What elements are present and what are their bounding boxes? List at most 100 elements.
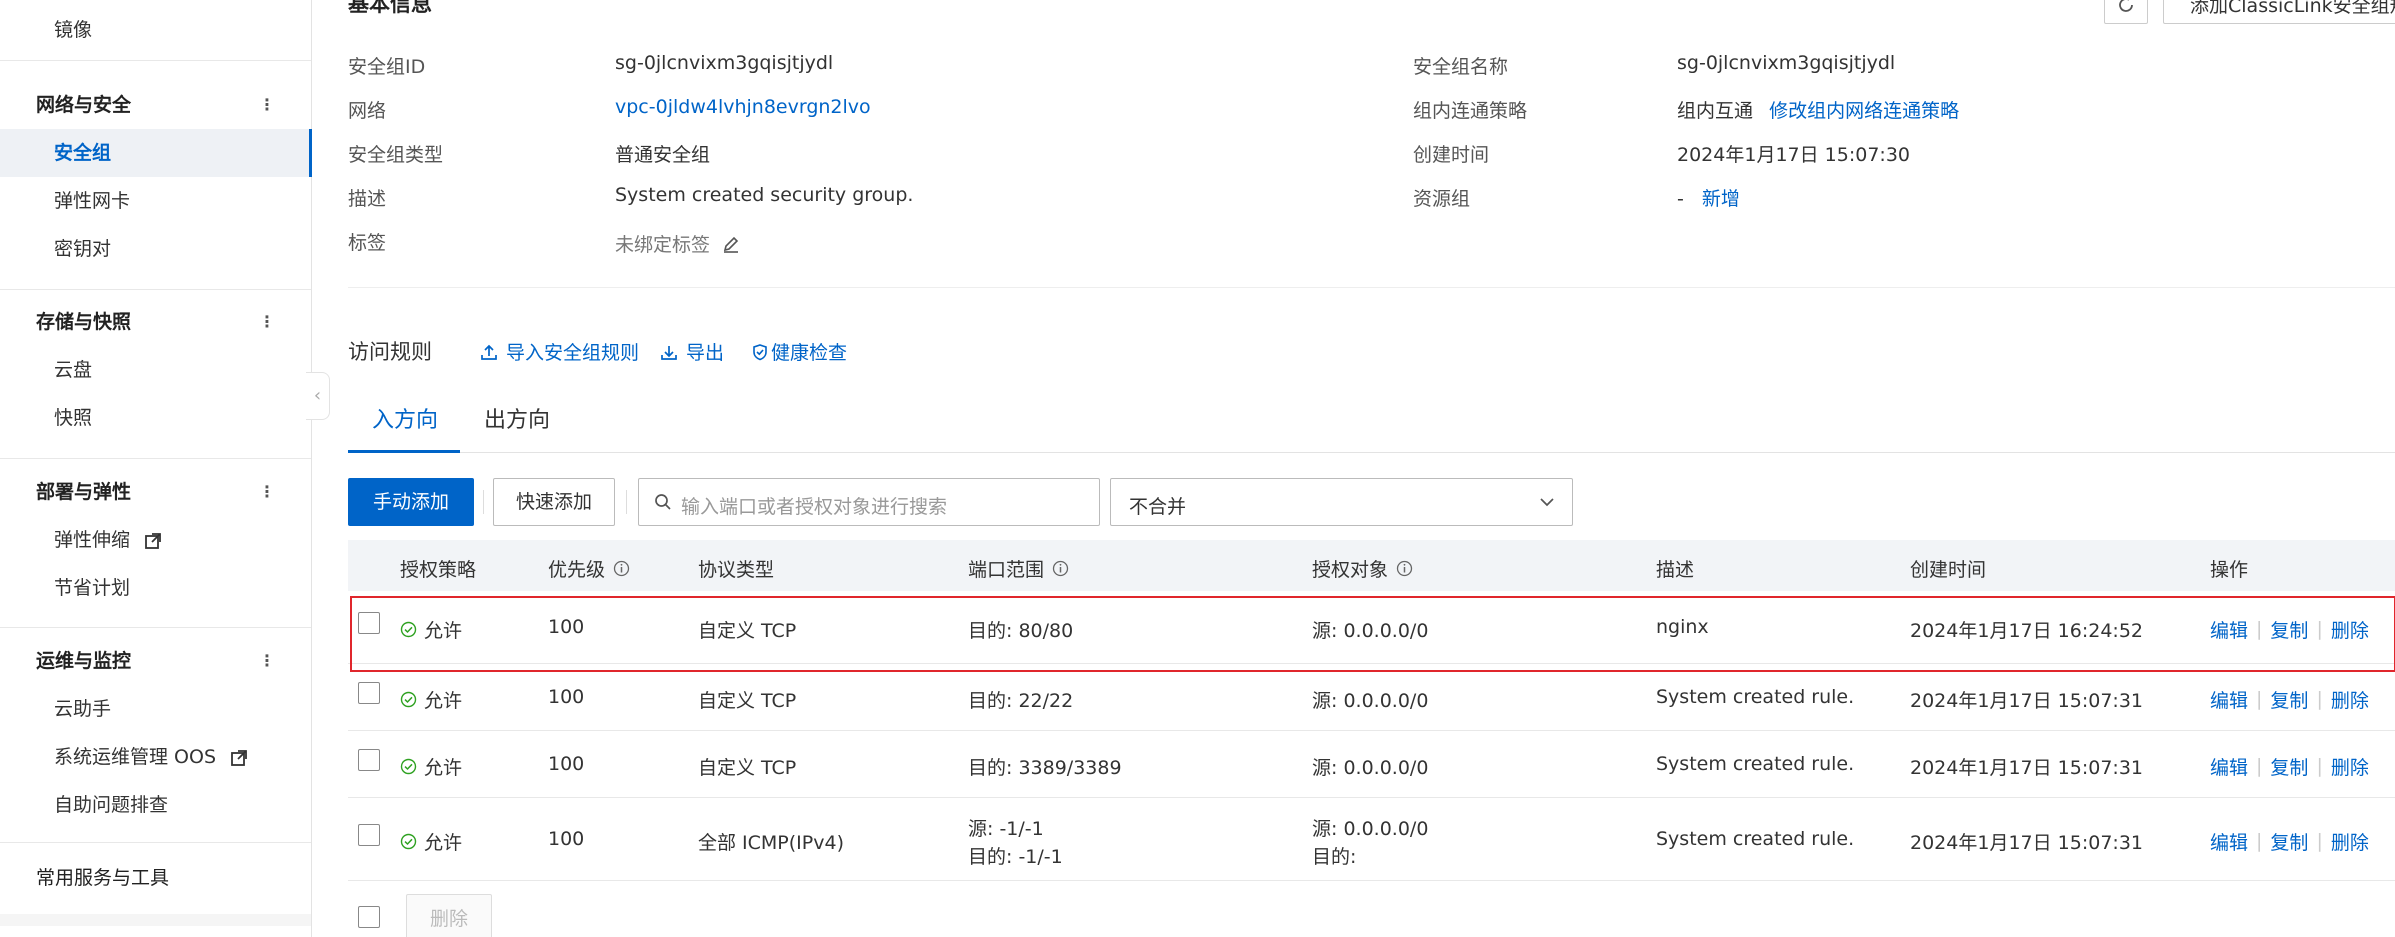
sidebar-item-snapshot[interactable]: 快照 (0, 394, 311, 442)
tags-text: 未绑定标签 (615, 234, 711, 256)
separator: | (2316, 830, 2323, 852)
column-header-description: 描述 (1656, 555, 1694, 582)
add-classiclink-rule-button[interactable]: 添加ClassicLink安全组规则 (2163, 0, 2395, 24)
policy-cell: 允许 (400, 753, 462, 780)
object-cell: 源: 0.0.0.0/0 (1312, 689, 1429, 712)
description-cell: System created rule. (1656, 827, 1855, 850)
more-icon[interactable]: ⋮ (259, 298, 275, 346)
export-label: 导出 (686, 342, 725, 364)
more-icon[interactable]: ⋮ (259, 81, 275, 129)
sidebar-group-ops[interactable]: 运维与监控 ⋮ (0, 637, 311, 685)
sidebar-group-storage[interactable]: 存储与快照 ⋮ (0, 298, 311, 346)
sidebar-group-network-security[interactable]: 网络与安全 ⋮ (0, 81, 311, 129)
column-label: 授权对象 (1312, 559, 1389, 581)
rules-title: 访问规则 (348, 340, 432, 364)
edit-link[interactable]: 编辑 (2210, 686, 2248, 713)
description-cell: System created rule. (1656, 752, 1855, 775)
tab-outbound[interactable]: 出方向 (484, 402, 550, 434)
row-actions: 编辑 | 复制 | 删除 (2210, 753, 2369, 780)
priority-cell: 100 (548, 685, 585, 708)
download-icon (661, 345, 677, 360)
info-label: 组内连通策略 (1413, 100, 1528, 122)
rule-search-input[interactable]: 输入端口或者授权对象进行搜索 (638, 478, 1100, 526)
refresh-icon (2119, 0, 2133, 12)
edit-pencil-icon[interactable] (722, 235, 740, 253)
sidebar-item-images[interactable]: 镜像 (0, 6, 311, 54)
refresh-button[interactable] (2104, 0, 2148, 24)
info-icon[interactable] (1052, 560, 1069, 577)
column-header-created: 创建时间 (1910, 555, 1986, 582)
row-checkbox[interactable] (358, 681, 380, 704)
tab-active-indicator (348, 450, 460, 453)
vpc-link[interactable]: vpc-0jldw4lvhjn8evrgn2lvo (615, 96, 871, 118)
select-all-checkbox[interactable] (358, 906, 380, 928)
sidebar-item-security-group[interactable]: 安全组 (0, 129, 312, 177)
copy-link[interactable]: 复制 (2270, 753, 2308, 780)
sidebar-item-keypair[interactable]: 密钥对 (0, 225, 311, 273)
merge-select[interactable]: 不合并 (1110, 478, 1573, 526)
row-checkbox[interactable] (358, 748, 380, 771)
upload-icon (481, 344, 497, 360)
more-icon[interactable]: ⋮ (259, 637, 275, 685)
delete-link[interactable]: 删除 (2331, 753, 2369, 780)
sidebar-item-eni[interactable]: 弹性网卡 (0, 177, 311, 225)
info-icon[interactable] (1396, 560, 1413, 577)
column-header-protocol: 协议类型 (698, 555, 774, 582)
copy-link[interactable]: 复制 (2270, 686, 2308, 713)
separator: | (2256, 688, 2263, 710)
table-row: 允许 100 全部 ICMP(IPv4) 源: -1/-1 目的: -1/-1 … (348, 798, 2395, 881)
manual-add-button[interactable]: 手动添加 (348, 478, 474, 526)
sidebar-item-autoscaling[interactable]: 弹性伸缩 (0, 516, 311, 564)
tab-inbound[interactable]: 入方向 (372, 402, 438, 434)
object-cell-secondary: 目的: (1312, 845, 1357, 868)
check-circle-icon (400, 833, 417, 849)
sidebar-group-deploy[interactable]: 部署与弹性 ⋮ (0, 468, 311, 516)
health-check-button[interactable]: 健康检查 (751, 338, 847, 365)
quick-add-button[interactable]: 快速添加 (493, 478, 615, 526)
created-time: 2024年1月17日 15:07:30 (1677, 144, 1910, 166)
sidebar-item-cloud-assistant[interactable]: 云助手 (0, 685, 311, 733)
copy-link[interactable]: 复制 (2270, 828, 2308, 855)
priority-cell: 100 (548, 752, 585, 775)
sidebar-group-label: 运维与监控 (36, 650, 132, 672)
sidebar-item-troubleshoot[interactable]: 自助问题排查 (0, 781, 311, 829)
add-resource-group-link[interactable]: 新增 (1702, 188, 1740, 210)
info-icon[interactable] (613, 560, 630, 577)
sidebar-divider (0, 458, 311, 459)
edit-link[interactable]: 编辑 (2210, 828, 2248, 855)
edit-link[interactable]: 编辑 (2210, 753, 2248, 780)
sidebar-item-common-tools[interactable]: 常用服务与工具 (0, 854, 311, 902)
table-row: 允许 100 自定义 TCP 目的: 3389/3389 源: 0.0.0.0/… (348, 731, 2395, 798)
section-title: 基本信息 (348, 0, 432, 16)
sidebar-item-savings-plan[interactable]: 节省计划 (0, 564, 311, 612)
separator: | (2256, 755, 2263, 777)
tags-value: 未绑定标签 (615, 230, 740, 257)
column-label: 协议类型 (698, 559, 775, 581)
sidebar-item-disk[interactable]: 云盘 (0, 346, 311, 394)
import-rules-label: 导入安全组规则 (506, 342, 640, 364)
policy-label: 允许 (424, 831, 463, 854)
policy-label: 允许 (424, 689, 463, 712)
import-rules-button[interactable]: 导入安全组规则 (480, 338, 639, 365)
external-link-icon (231, 749, 247, 766)
divider (348, 287, 2395, 288)
check-circle-icon (400, 691, 417, 707)
delete-link[interactable]: 删除 (2331, 686, 2369, 713)
table-header: 授权策略 优先级 协议类型 端口范围 授权对象 描述 创建时间 操作 (348, 540, 2395, 591)
more-icon[interactable]: ⋮ (259, 468, 275, 516)
info-label: 资源组 (1413, 188, 1471, 210)
row-actions: 编辑 | 复制 | 删除 (2210, 686, 2369, 713)
main-content: 基本信息 添加ClassicLink安全组规则 安全组ID sg-0jlcnvi… (312, 0, 2395, 937)
sidebar-group-label: 存储与快照 (36, 311, 132, 333)
modify-intra-policy-link[interactable]: 修改组内网络连通策略 (1769, 100, 1959, 122)
security-group-type: 普通安全组 (615, 144, 711, 166)
batch-delete-button[interactable]: 删除 (406, 894, 492, 937)
separator: | (2316, 755, 2323, 777)
security-group-name: sg-0jlcnvixm3gqisjtjydl (1677, 52, 1896, 74)
sidebar-item-oos[interactable]: 系统运维管理 OOS (0, 733, 311, 781)
export-button[interactable]: 导出 (660, 338, 724, 365)
sidebar-divider (0, 842, 311, 843)
delete-link[interactable]: 删除 (2331, 828, 2369, 855)
row-checkbox[interactable] (358, 823, 380, 846)
column-header-port: 端口范围 (968, 555, 1069, 582)
